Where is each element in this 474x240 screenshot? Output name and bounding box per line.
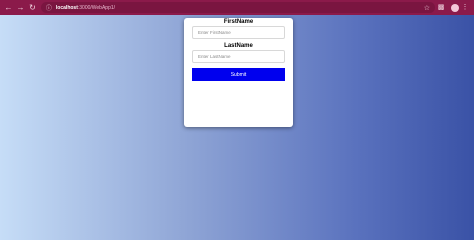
profile-avatar[interactable] xyxy=(451,3,459,12)
page-viewport: FirstName LastName Submit xyxy=(0,15,474,240)
url-host: localhost xyxy=(55,4,78,11)
back-icon[interactable]: ← xyxy=(3,2,14,13)
reload-icon[interactable]: ↻ xyxy=(27,2,38,13)
last-name-input[interactable] xyxy=(192,50,285,63)
last-name-label: LastName xyxy=(224,43,253,49)
extensions-icon[interactable]: ▩ xyxy=(435,2,447,13)
browser-toolbar: ← → ↻ ⓘ localhost :3000/WebApp1/ ☆ ▩ ⋮ xyxy=(0,0,474,15)
first-name-label: FirstName xyxy=(223,19,254,25)
forward-icon[interactable]: → xyxy=(15,2,26,13)
bookmark-star-icon[interactable]: ☆ xyxy=(424,4,430,12)
submit-button[interactable]: Submit xyxy=(192,68,285,81)
address-bar[interactable]: ⓘ localhost :3000/WebApp1/ ☆ xyxy=(40,2,436,13)
first-name-input[interactable] xyxy=(192,26,285,39)
url-path: :3000/WebApp1/ xyxy=(77,4,116,11)
form-card: FirstName LastName Submit xyxy=(184,18,293,127)
menu-kebab-icon[interactable]: ⋮ xyxy=(459,2,471,13)
site-info-icon[interactable]: ⓘ xyxy=(46,3,52,12)
